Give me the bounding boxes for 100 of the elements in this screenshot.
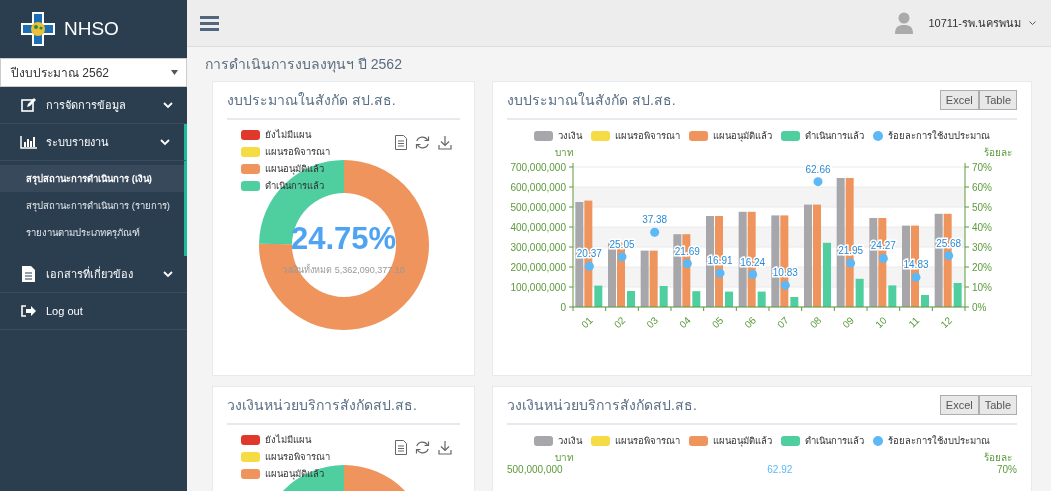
axis-tick-label: 70% — [996, 464, 1017, 476]
data-label: 25.68 — [936, 237, 962, 249]
axis-tick-label: 12 — [938, 314, 955, 331]
submenu-item[interactable]: สรุปสถานะการดำเนินการ (เงิน) — [0, 165, 184, 192]
data-label: 62.92 — [767, 464, 793, 476]
legend-label: แผนอนุมัติแล้ว — [713, 129, 772, 143]
axis-tick-label: 500,000,000 — [510, 202, 566, 213]
axis-tick-label: 02 — [611, 314, 628, 331]
percent-value: 24.75% — [290, 221, 397, 257]
submenu-item[interactable]: รายงานตามประเภทครุภัณฑ์ — [0, 219, 184, 246]
axis-tick-label: 04 — [677, 314, 693, 331]
toolbar-button[interactable]: Table — [978, 90, 1017, 110]
axis-tick-label: 500,000,000 — [507, 464, 563, 476]
page-title: การดำเนินการงบลงทุนฯ ปี 2562 — [205, 55, 403, 75]
axis-tick-label: 40% — [972, 222, 992, 233]
year-select[interactable]: ปีงบประมาณ 2562 — [0, 58, 187, 87]
cross-logo-icon — [20, 11, 56, 47]
axis-tick-label: 600,000,000 — [510, 182, 566, 193]
axis-tick-label: 30% — [972, 242, 992, 253]
download-icon[interactable] — [438, 440, 452, 455]
legend-label: ร้อยละการใช้งบประมาณ — [888, 434, 990, 448]
axis-tick-label: 200,000,000 — [510, 262, 566, 273]
axis-tick-label: 0 — [560, 302, 566, 313]
axis-tick-label: 08 — [807, 314, 824, 331]
data-point — [813, 177, 823, 187]
data-label: 37.38 — [642, 214, 668, 226]
data-point — [846, 258, 856, 268]
axis-tick-label: 11 — [906, 314, 922, 330]
axis-unit: บาท — [555, 451, 574, 464]
data-point — [780, 280, 790, 290]
legend-label: ยังไม่มีแผน — [265, 433, 311, 447]
menu-item[interactable]: ระบบรายงาน — [0, 124, 187, 161]
data-point — [584, 261, 594, 271]
axis-tick-label: 20% — [972, 262, 992, 273]
data-label: 62.66 — [805, 163, 831, 175]
axis-tick-label: 300,000,000 — [510, 242, 566, 253]
data-label: 21.69 — [674, 245, 700, 257]
menu-icon[interactable] — [200, 15, 219, 31]
data-point — [944, 251, 954, 261]
logout-icon — [20, 305, 37, 317]
refresh-icon[interactable] — [415, 440, 430, 455]
axis-unit: บาท — [555, 146, 574, 159]
toolbar-button[interactable]: Excel — [939, 395, 979, 415]
axis-tick-label: 01 — [579, 314, 595, 331]
bar — [627, 291, 635, 307]
data-point — [682, 259, 692, 269]
axis-tick-label: 10% — [972, 282, 992, 293]
submenu-item[interactable]: สรุปสถานะการดำเนินการ (รายการ) — [0, 192, 184, 219]
data-label: 16.24 — [740, 256, 766, 268]
data-point — [911, 272, 921, 282]
toolbar-button[interactable]: Table — [978, 395, 1017, 415]
legend-label: แผนรอพิจารณา — [615, 129, 680, 143]
menu-item[interactable]: การจัดการข้อมูล — [0, 87, 187, 124]
data-point — [715, 268, 725, 278]
refresh-icon[interactable] — [415, 135, 430, 150]
data-point — [748, 270, 758, 279]
document-icon — [20, 266, 37, 282]
panel-title: งบประมาณในสังกัด สป.สธ. — [227, 91, 396, 110]
document-icon[interactable] — [395, 440, 407, 455]
legend-label: วงเงิน — [558, 129, 582, 143]
edit-icon — [20, 98, 37, 112]
document-icon[interactable] — [395, 135, 407, 150]
axis-tick-label: 100,000,000 — [510, 282, 566, 293]
axis-tick-label: 70% — [972, 162, 992, 173]
user-avatar-icon — [894, 12, 913, 34]
legend-label: ร้อยละการใช้งบประมาณ — [888, 129, 990, 143]
data-point — [878, 253, 888, 263]
download-icon[interactable] — [438, 135, 452, 150]
user-menu[interactable]: 10711-รพ.นครพนม — [928, 14, 1021, 32]
axis-tick-label: 05 — [709, 314, 726, 331]
axis-tick-label: 0% — [972, 302, 987, 313]
toolbar-button[interactable]: Excel — [939, 90, 979, 110]
axis-unit: ร้อยละ — [984, 451, 1012, 464]
data-point — [650, 227, 660, 237]
menu-item[interactable]: เอกสารที่เกี่ยวข้อง — [0, 256, 187, 293]
bar — [823, 242, 831, 307]
dropdown-arrow-icon — [171, 70, 178, 75]
axis-tick-label: 07 — [775, 314, 791, 331]
legend-label: แผนรอพิจารณา — [265, 450, 330, 464]
bar-chart-icon — [20, 135, 37, 149]
legend-label: วงเงิน — [558, 434, 582, 448]
data-label: 10.83 — [772, 267, 798, 279]
axis-tick-label: 60% — [972, 182, 992, 193]
legend-label: ยังไม่มีแผน — [265, 128, 311, 142]
chevron-down-icon — [160, 137, 170, 147]
axis-tick-label: 06 — [742, 314, 759, 331]
bar — [725, 291, 733, 307]
chevron-down-icon — [1029, 20, 1036, 26]
data-label: 14.83 — [903, 259, 929, 271]
data-point — [617, 252, 627, 262]
axis-tick-label: 03 — [644, 314, 661, 331]
axis-tick-label: 50% — [972, 202, 992, 213]
menu-item[interactable]: Log out — [0, 293, 187, 330]
data-label: 25.05 — [609, 238, 635, 250]
axis-tick-label: 700,000,000 — [510, 162, 566, 173]
legend-label: แผนรอพิจารณา — [615, 434, 680, 448]
axis-tick-label: 400,000,000 — [510, 222, 566, 233]
axis-tick-label: 10 — [873, 314, 889, 331]
data-label: 20.37 — [576, 248, 602, 260]
axis-tick-label: 09 — [840, 314, 857, 331]
